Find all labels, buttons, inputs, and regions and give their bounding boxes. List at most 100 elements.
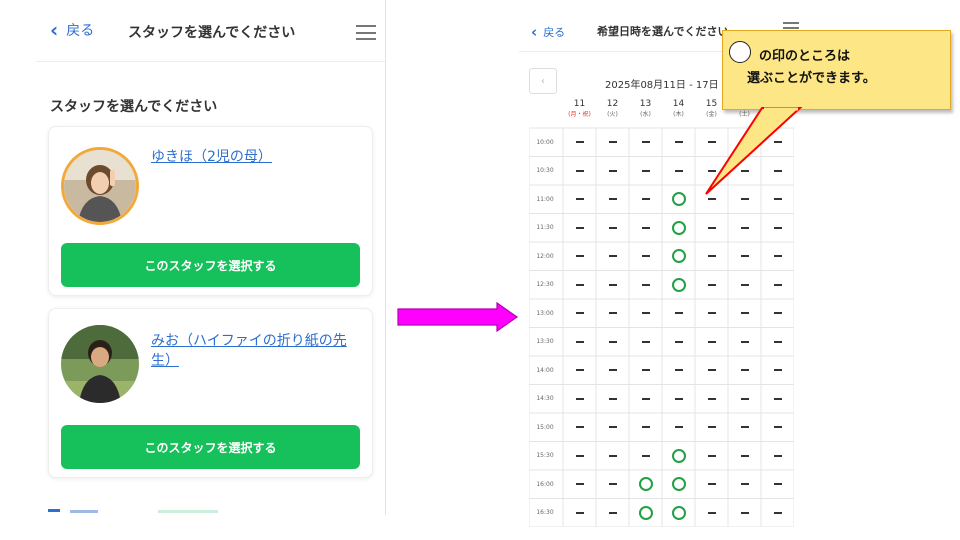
time-slot-row: 16:30 [529, 499, 791, 528]
unavailable-dash-icon [740, 511, 749, 514]
week-range-label: 2025年08月11日 - 17日 [605, 80, 719, 91]
unavailable-slot [728, 214, 761, 243]
unavailable-slot [596, 356, 629, 385]
unavailable-slot [662, 128, 695, 157]
time-slot-row: 10:30 [529, 157, 791, 186]
callout-line-2: 選ぶことができます。 [747, 71, 876, 86]
unavailable-slot [596, 128, 629, 157]
unavailable-slot [695, 442, 728, 471]
unavailable-slot [695, 413, 728, 442]
back-label: 戻る [66, 23, 95, 39]
unavailable-dash-icon [641, 283, 650, 286]
unavailable-slot [629, 214, 662, 243]
back-button[interactable]: ‹ 戻る [531, 22, 565, 42]
unavailable-slot [695, 356, 728, 385]
unavailable-dash-icon [575, 426, 584, 429]
unavailable-slot [629, 185, 662, 214]
unavailable-slot [761, 413, 794, 442]
time-slot-row: 16:00 [529, 470, 791, 499]
unavailable-dash-icon [608, 141, 617, 144]
unavailable-slot [563, 328, 596, 357]
unavailable-dash-icon [575, 169, 584, 172]
back-label: 戻る [543, 26, 566, 39]
unavailable-dash-icon [608, 454, 617, 457]
unavailable-slot [761, 328, 794, 357]
chevron-left-icon: ‹ [50, 18, 59, 42]
unavailable-slot [596, 271, 629, 300]
unavailable-slot [728, 271, 761, 300]
time-slot-row: 15:30 [529, 442, 791, 471]
unavailable-dash-icon [740, 397, 749, 400]
unavailable-slot [728, 499, 761, 528]
time-slot-row: 11:30 [529, 214, 791, 243]
back-button[interactable]: ‹ 戻る [50, 20, 94, 40]
time-slot-row: 12:00 [529, 242, 791, 271]
unavailable-dash-icon [740, 369, 749, 372]
unavailable-dash-icon [740, 283, 749, 286]
unavailable-dash-icon [575, 369, 584, 372]
available-circle-icon [671, 277, 686, 292]
select-staff-button[interactable]: このスタッフを選択する [61, 425, 360, 469]
staff-selection-screen: ‹ 戻る スタッフを選んでください スタッフを選んでください ゆきほ（2児の母）… [36, 0, 386, 540]
available-circle-icon [671, 448, 686, 463]
available-slot[interactable] [629, 499, 662, 528]
next-staff-card-partial [48, 505, 358, 517]
unavailable-slot [563, 242, 596, 271]
available-slot[interactable] [662, 242, 695, 271]
prev-week-button[interactable]: ‹ [529, 68, 557, 94]
unavailable-dash-icon [707, 141, 716, 144]
available-slot[interactable] [662, 442, 695, 471]
available-slot[interactable] [662, 499, 695, 528]
unavailable-slot [662, 356, 695, 385]
unavailable-dash-icon [707, 426, 716, 429]
unavailable-slot [728, 128, 761, 157]
available-slot[interactable] [662, 185, 695, 214]
select-staff-button[interactable]: このスタッフを選択する [61, 243, 360, 287]
time-label: 10:30 [536, 167, 554, 175]
available-slot[interactable] [662, 214, 695, 243]
available-slot[interactable] [662, 271, 695, 300]
time-label: 14:30 [536, 395, 554, 403]
unavailable-slot [563, 214, 596, 243]
time-label: 15:30 [536, 452, 554, 460]
available-circle-icon [671, 249, 686, 264]
unavailable-dash-icon [773, 283, 782, 286]
unavailable-slot [563, 470, 596, 499]
unavailable-dash-icon [641, 169, 650, 172]
unavailable-dash-icon [608, 226, 617, 229]
unavailable-dash-icon [575, 198, 584, 201]
circle-mark-icon [729, 41, 751, 63]
unavailable-slot [629, 385, 662, 414]
unavailable-slot [563, 157, 596, 186]
staff-name-link[interactable]: みお（ハイファイの折り紙の先生） [151, 331, 356, 371]
unavailable-dash-icon [707, 312, 716, 315]
avatar[interactable] [61, 325, 139, 403]
arrow-right-icon [397, 302, 519, 332]
unavailable-slot [629, 242, 662, 271]
unavailable-slot [629, 328, 662, 357]
unavailable-slot [695, 470, 728, 499]
unavailable-dash-icon [608, 255, 617, 258]
unavailable-dash-icon [740, 426, 749, 429]
unavailable-slot [761, 499, 794, 528]
unavailable-dash-icon [707, 397, 716, 400]
time-slot-row: 13:30 [529, 328, 791, 357]
time-label: 15:00 [536, 423, 554, 431]
staff-name-link[interactable]: ゆきほ（2児の母） [151, 147, 356, 167]
available-slot[interactable] [629, 470, 662, 499]
unavailable-dash-icon [575, 454, 584, 457]
unavailable-slot [662, 328, 695, 357]
weekday-label: (土) [739, 111, 750, 118]
unavailable-slot [695, 328, 728, 357]
unavailable-dash-icon [575, 397, 584, 400]
unavailable-dash-icon [674, 340, 683, 343]
unavailable-dash-icon [608, 340, 617, 343]
hamburger-menu-icon[interactable] [356, 25, 376, 40]
unavailable-dash-icon [674, 369, 683, 372]
unavailable-dash-icon [641, 255, 650, 258]
unavailable-slot [596, 328, 629, 357]
callout-box: の印のところは 選ぶことができます。 [722, 30, 951, 110]
unavailable-slot [629, 128, 662, 157]
available-slot[interactable] [662, 470, 695, 499]
avatar[interactable] [61, 147, 139, 225]
